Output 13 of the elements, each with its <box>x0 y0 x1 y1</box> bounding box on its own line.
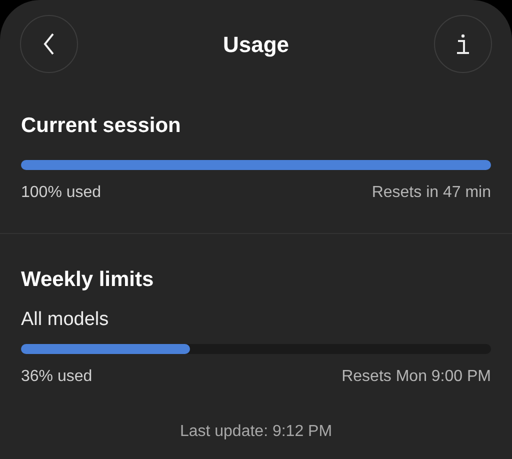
chevron-left-icon <box>43 33 55 55</box>
reset-text: Resets in 47 min <box>372 183 491 203</box>
section-title: Weekly limits <box>21 267 155 293</box>
reset-text: Resets Mon 9:00 PM <box>342 367 491 387</box>
usage-text: 36% used <box>21 367 92 387</box>
last-update-text: Last update: 9:12 PM <box>180 422 332 442</box>
back-button[interactable] <box>20 15 78 73</box>
info-button[interactable] <box>434 15 492 73</box>
info-icon <box>456 33 470 55</box>
usage-text: 100% used <box>21 183 102 203</box>
section-title: Current session <box>21 113 182 139</box>
meter-label: All models <box>21 308 110 332</box>
screen-title: Usage <box>222 30 290 59</box>
